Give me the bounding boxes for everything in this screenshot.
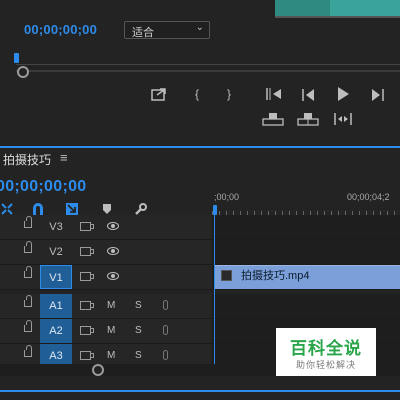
eye-icon[interactable] <box>107 247 119 255</box>
track-v2: V2 <box>0 240 400 265</box>
sync-lock-icon[interactable] <box>80 351 94 360</box>
microphone-icon[interactable] <box>163 300 168 310</box>
lock-icon[interactable] <box>24 345 32 357</box>
add-marker-icon[interactable] <box>101 202 115 216</box>
zoom-fit-value: 适合 <box>132 27 154 39</box>
zoom-fit-select[interactable]: 适合 ⌄ <box>124 21 210 39</box>
lock-icon[interactable] <box>24 216 32 228</box>
lock-icon[interactable] <box>24 295 32 307</box>
monitor-timecode[interactable]: 00;00;00;00 <box>24 22 97 37</box>
track-label[interactable]: V1 <box>40 265 72 289</box>
track-lane[interactable] <box>212 294 400 318</box>
mute-button[interactable]: M <box>107 294 115 318</box>
lift-icon[interactable] <box>262 112 284 126</box>
mark-in-icon[interactable]: { <box>187 85 207 103</box>
track-a1: A1 M S <box>0 294 400 319</box>
monitor-time-ruler[interactable] <box>16 56 400 66</box>
track-lane[interactable] <box>212 240 400 264</box>
video-clip[interactable]: 拍摄技巧.mp4 <box>214 265 400 289</box>
sync-lock-icon[interactable] <box>80 272 94 281</box>
program-monitor: 00;00;00;00 适合 ⌄ { } <box>0 0 400 146</box>
timeline-zoom-handle[interactable] <box>92 364 104 376</box>
ruler-label-start: ;00;00 <box>214 192 240 202</box>
sequence-tab[interactable]: 拍摄技巧 <box>3 151 51 168</box>
step-back-icon[interactable] <box>300 88 316 102</box>
export-frame-icon[interactable] <box>150 86 168 102</box>
sync-lock-icon[interactable] <box>80 326 94 335</box>
chevron-down-icon: ⌄ <box>195 22 204 33</box>
ruler-label-end: 00;00;04;2 <box>347 192 390 202</box>
video-preview <box>275 0 400 18</box>
monitor-zoom-scrollbar[interactable] <box>16 70 400 72</box>
mark-out-icon[interactable]: } <box>219 85 239 103</box>
linked-selection-icon[interactable] <box>65 202 79 216</box>
snap-magnet-icon[interactable] <box>31 202 45 216</box>
microphone-icon[interactable] <box>163 350 168 360</box>
watermark-logo: 百科全说 助你轻松解决 <box>276 328 376 376</box>
solo-button[interactable]: S <box>135 294 142 318</box>
track-label[interactable]: A1 <box>40 294 72 318</box>
panel-menu-icon[interactable]: ≡ <box>60 150 68 165</box>
eye-icon[interactable] <box>107 272 119 280</box>
panel-border <box>0 390 400 392</box>
timeline-timecode[interactable]: 00;00;00;00 <box>0 178 86 196</box>
extract-icon[interactable] <box>297 112 319 126</box>
trim-icon[interactable] <box>332 112 354 126</box>
microphone-icon[interactable] <box>163 325 168 335</box>
wrench-icon[interactable] <box>133 202 147 216</box>
sync-lock-icon[interactable] <box>80 222 94 231</box>
track-label[interactable]: V3 <box>40 215 72 239</box>
solo-button[interactable]: S <box>135 319 142 343</box>
fx-badge-icon <box>221 270 232 281</box>
monitor-zoom-handle[interactable] <box>17 66 29 78</box>
monitor-playhead[interactable] <box>14 53 19 63</box>
track-lane[interactable] <box>212 215 400 239</box>
eye-icon[interactable] <box>107 222 119 230</box>
track-label[interactable]: V2 <box>40 240 72 264</box>
play-icon[interactable] <box>335 86 351 102</box>
step-forward-icon[interactable] <box>370 88 386 102</box>
lock-icon[interactable] <box>24 266 32 278</box>
go-to-in-icon[interactable] <box>264 87 284 101</box>
track-label[interactable]: A2 <box>40 319 72 343</box>
lock-icon[interactable] <box>24 241 32 253</box>
watermark-title: 百科全说 <box>290 339 362 358</box>
playhead-line <box>214 214 215 364</box>
sync-lock-icon[interactable] <box>80 247 94 256</box>
mute-button[interactable]: M <box>107 319 115 343</box>
lock-icon[interactable] <box>24 320 32 332</box>
sync-lock-icon[interactable] <box>80 301 94 310</box>
nest-icon[interactable] <box>0 202 14 216</box>
clip-name: 拍摄技巧.mp4 <box>241 270 310 282</box>
watermark-subtitle: 助你轻松解决 <box>295 360 356 370</box>
track-v3: V3 <box>0 215 400 240</box>
